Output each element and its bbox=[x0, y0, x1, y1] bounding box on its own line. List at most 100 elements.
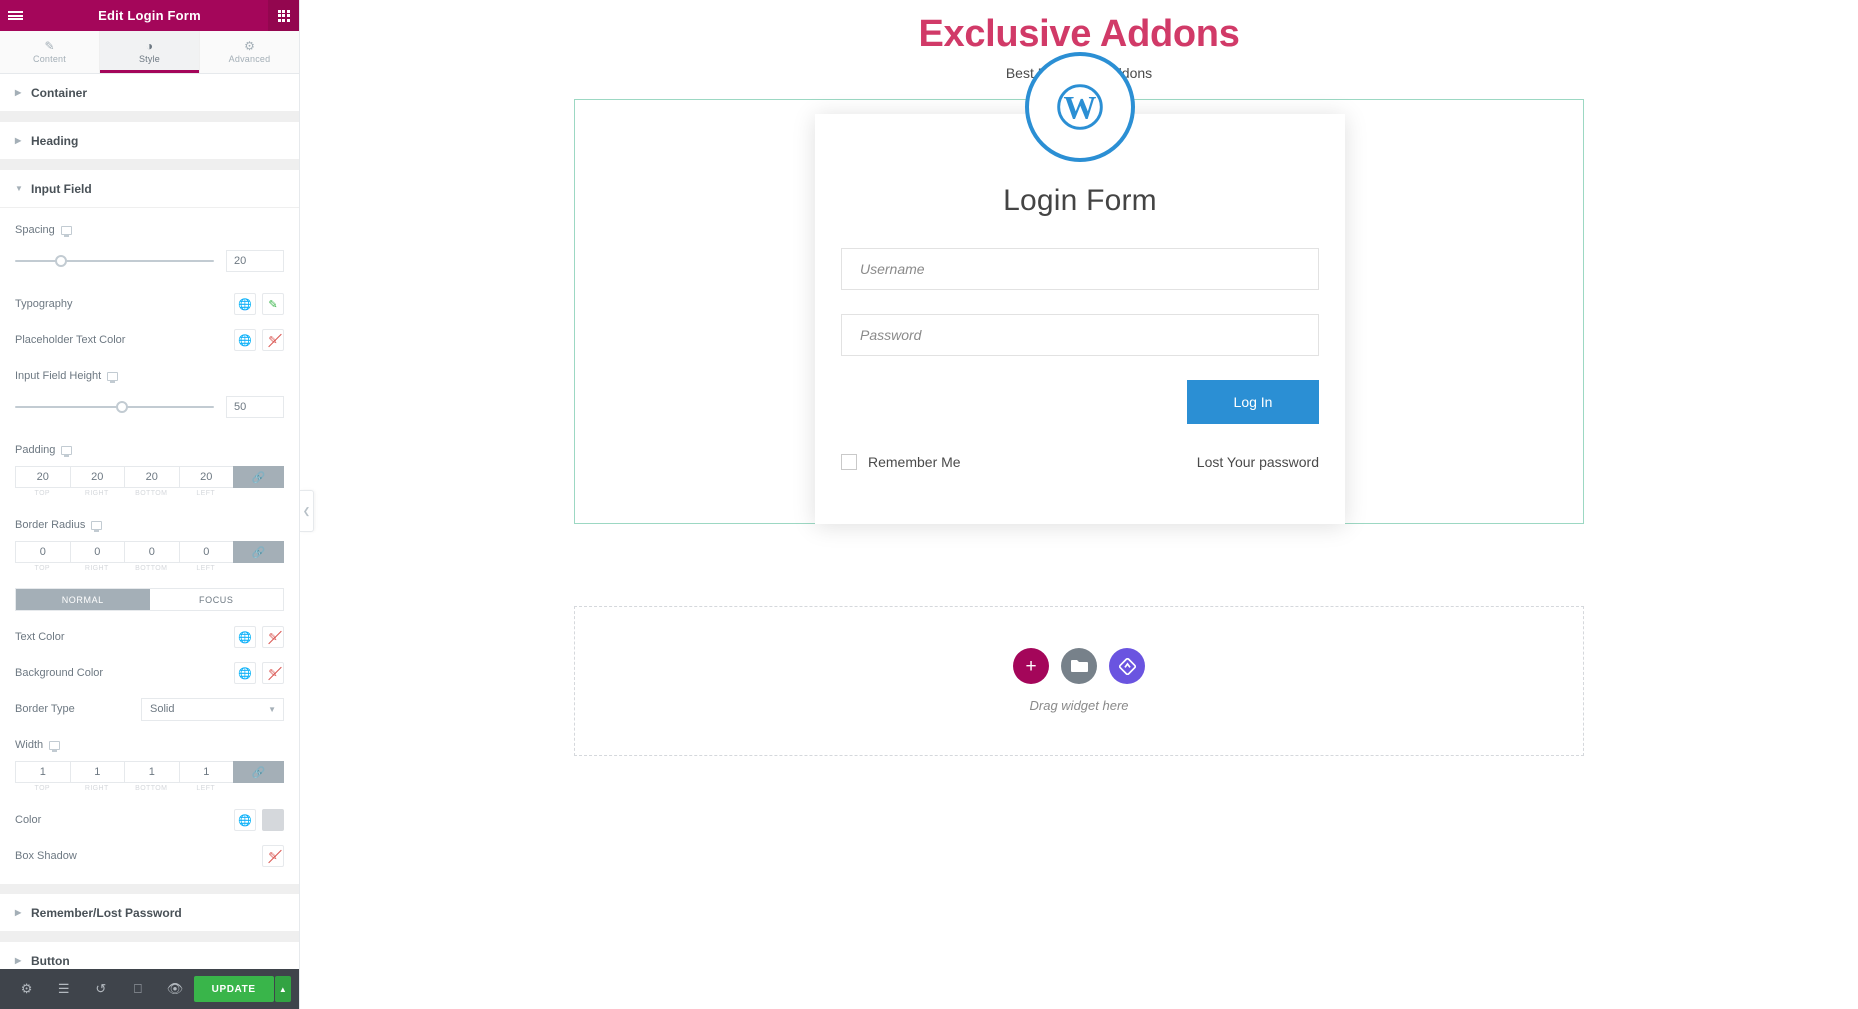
text-color-label: Text Color bbox=[15, 631, 65, 643]
username-input[interactable]: Username bbox=[841, 247, 1319, 290]
globe-icon[interactable]: 🌐 bbox=[234, 329, 256, 351]
input-field-height-slider[interactable] bbox=[15, 401, 214, 413]
responsive-device-icon[interactable] bbox=[60, 225, 72, 237]
plus-icon[interactable]: + bbox=[1013, 648, 1049, 685]
login-form-widget[interactable]: W Login Form Username Password Log In Re… bbox=[815, 51, 1345, 524]
contrast-icon: ◑ bbox=[145, 39, 154, 53]
padding-right-input[interactable]: 20 bbox=[69, 466, 124, 488]
tab-advanced[interactable]: ⚙ Advanced bbox=[200, 31, 299, 73]
state-tab-focus[interactable]: FOCUS bbox=[149, 589, 283, 610]
border-radius-top-input[interactable]: 0 bbox=[15, 541, 70, 563]
control-text-color: Text Color 🌐 ✎ bbox=[0, 615, 299, 651]
border-color-label: Color bbox=[15, 814, 42, 826]
border-radius-link-icon[interactable]: 🔗 bbox=[233, 541, 284, 563]
responsive-device-icon[interactable] bbox=[91, 520, 103, 532]
folder-icon[interactable] bbox=[1061, 648, 1097, 685]
navigator-icon[interactable]: ☰ bbox=[45, 969, 82, 1009]
section-container[interactable]: ▶ Container bbox=[0, 74, 299, 112]
section-container[interactable]: W Login Form Username Password Log In Re… bbox=[574, 51, 1584, 524]
preview-icon[interactable]: 👁 bbox=[157, 969, 194, 1009]
padding-left-input[interactable]: 20 bbox=[178, 466, 233, 488]
padding-left-label: LEFT bbox=[196, 490, 216, 497]
input-field-height-input[interactable]: 50 bbox=[226, 396, 284, 418]
responsive-mode-icon[interactable]: ⎕ bbox=[119, 969, 156, 1009]
panel-footer: ⚙ ☰ ↺ ⎕ 👁 UPDATE ▲ bbox=[0, 969, 299, 1009]
history-icon[interactable]: ↺ bbox=[82, 969, 119, 1009]
width-side-labels: TOP RIGHT BOTTOM LEFT bbox=[0, 783, 299, 798]
chevron-right-icon: ▶ bbox=[15, 136, 22, 145]
background-color-label: Background Color bbox=[15, 667, 104, 679]
padding-link-icon[interactable]: 🔗 bbox=[233, 466, 284, 488]
gear-icon: ⚙ bbox=[244, 39, 255, 53]
globe-icon[interactable]: 🌐 bbox=[234, 626, 256, 648]
spacing-slider[interactable] bbox=[15, 255, 214, 267]
border-type-select[interactable]: Solid ▼ bbox=[141, 697, 284, 721]
responsive-device-icon[interactable] bbox=[61, 445, 73, 457]
section-container-label: Container bbox=[31, 85, 88, 100]
control-border-radius: Border Radius bbox=[0, 503, 299, 539]
update-button[interactable]: UPDATE bbox=[193, 976, 274, 1002]
width-link-icon[interactable]: 🔗 bbox=[233, 761, 284, 783]
grid-icon[interactable] bbox=[268, 0, 299, 31]
border-radius-side-labels: TOP RIGHT BOTTOM LEFT bbox=[0, 563, 299, 578]
hamburger-icon[interactable] bbox=[0, 0, 31, 31]
preview-canvas: ❮ Exclusive Addons Best Elementor Addons… bbox=[300, 0, 1858, 1009]
panel-header: Edit Login Form bbox=[0, 0, 299, 31]
typography-edit-icon[interactable]: ✎ bbox=[262, 293, 284, 315]
width-label: Width bbox=[15, 739, 44, 751]
color-picker-icon[interactable]: ✎ bbox=[262, 626, 284, 648]
color-swatch[interactable] bbox=[262, 809, 284, 831]
padding-bottom-input[interactable]: 20 bbox=[124, 466, 179, 488]
checkbox-icon[interactable] bbox=[841, 453, 857, 470]
color-picker-icon[interactable]: ✎ bbox=[262, 662, 284, 684]
chevron-right-icon: ▶ bbox=[15, 908, 22, 917]
panel-collapse-handle[interactable]: ❮ bbox=[300, 490, 314, 532]
box-shadow-edit-icon[interactable]: ✎ bbox=[262, 845, 284, 867]
update-options-icon[interactable]: ▲ bbox=[274, 976, 292, 1002]
border-radius-bottom-input[interactable]: 0 bbox=[124, 541, 179, 563]
responsive-device-icon[interactable] bbox=[49, 740, 61, 752]
control-input-field-height: Input Field Height bbox=[0, 354, 299, 390]
remember-me-checkbox[interactable]: Remember Me bbox=[841, 453, 961, 470]
width-top-input[interactable]: 1 bbox=[15, 761, 70, 783]
chevron-right-icon: ▶ bbox=[15, 88, 22, 97]
spacing-label: Spacing bbox=[15, 224, 55, 236]
color-picker-icon[interactable]: ✎ bbox=[262, 329, 284, 351]
width-bottom-input[interactable]: 1 bbox=[124, 761, 179, 783]
drag-widget-dropzone[interactable]: + Drag widget here bbox=[574, 605, 1584, 756]
section-button-label: Button bbox=[31, 953, 70, 968]
tab-style[interactable]: ◑ Style bbox=[100, 31, 200, 73]
input-field-height-slider-row: 50 bbox=[0, 390, 299, 428]
tab-content[interactable]: ✎ Content bbox=[0, 31, 100, 73]
section-button[interactable]: ▶ Button bbox=[0, 942, 299, 969]
globe-icon[interactable]: 🌐 bbox=[234, 662, 256, 684]
padding-bottom-label: BOTTOM bbox=[135, 490, 168, 497]
settings-icon[interactable]: ⚙ bbox=[8, 969, 45, 1009]
placeholder-text-color-label: Placeholder Text Color bbox=[15, 334, 126, 346]
lost-password-link[interactable]: Lost Your password bbox=[1197, 454, 1319, 470]
padding-top-input[interactable]: 20 bbox=[15, 466, 70, 488]
panel-tabs: ✎ Content ◑ Style ⚙ Advanced bbox=[0, 31, 299, 74]
section-remember-lost-password[interactable]: ▶ Remember/Lost Password bbox=[0, 894, 299, 932]
template-icon[interactable] bbox=[1109, 648, 1145, 685]
responsive-device-icon[interactable] bbox=[107, 371, 119, 383]
control-spacing: Spacing bbox=[0, 208, 299, 244]
globe-icon[interactable]: 🌐 bbox=[234, 809, 256, 831]
width-right-input[interactable]: 1 bbox=[69, 761, 124, 783]
section-input-field[interactable]: ▼ Input Field bbox=[0, 170, 299, 208]
login-button[interactable]: Log In bbox=[1187, 379, 1319, 424]
border-radius-left-label: LEFT bbox=[196, 565, 216, 572]
form-title: Login Form bbox=[1003, 183, 1157, 217]
password-input[interactable]: Password bbox=[841, 313, 1319, 356]
state-tab-normal[interactable]: NORMAL bbox=[16, 589, 150, 610]
border-type-label: Border Type bbox=[15, 703, 75, 715]
globe-icon[interactable]: 🌐 bbox=[234, 293, 256, 315]
tab-advanced-label: Advanced bbox=[228, 54, 271, 64]
panel-controls: ▶ Container ▶ Heading ▼ Input Field Spac… bbox=[0, 74, 299, 969]
border-radius-left-input[interactable]: 0 bbox=[178, 541, 233, 563]
border-radius-right-input[interactable]: 0 bbox=[69, 541, 124, 563]
spacing-input[interactable]: 20 bbox=[226, 250, 284, 272]
width-inputs: 1 1 1 1 🔗 bbox=[0, 759, 299, 783]
section-heading[interactable]: ▶ Heading bbox=[0, 122, 299, 160]
width-left-input[interactable]: 1 bbox=[178, 761, 233, 783]
